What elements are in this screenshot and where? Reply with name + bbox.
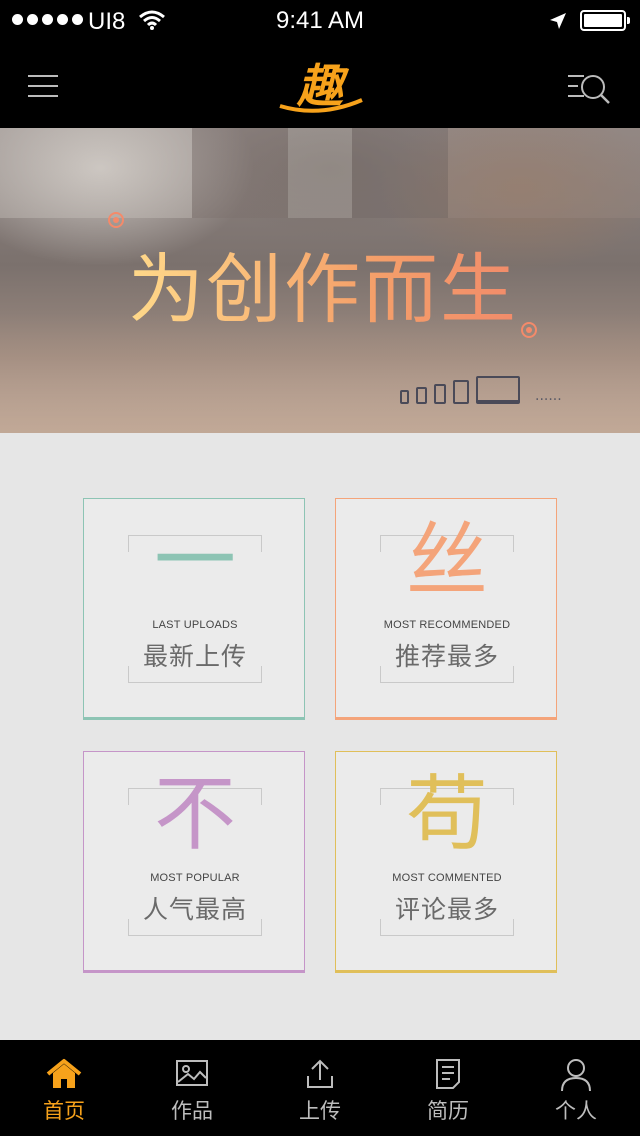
battery-icon bbox=[580, 10, 630, 31]
category-chinese-label: 推荐最多 bbox=[394, 642, 499, 671]
category-chinese-label: 评论最多 bbox=[394, 895, 499, 924]
tab-label: 个人 bbox=[555, 1099, 597, 1123]
list-search-button[interactable] bbox=[566, 72, 612, 104]
category-tile-most-popular[interactable]: 不 MOST POPULAR 人气最高 bbox=[83, 751, 305, 973]
tab-upload[interactable]: 上传 bbox=[256, 1040, 384, 1136]
tab-profile[interactable]: 个人 bbox=[512, 1040, 640, 1136]
tab-label: 上传 bbox=[299, 1099, 341, 1123]
tab-label: 首页 bbox=[43, 1099, 85, 1123]
app-logo: 趣 bbox=[279, 59, 363, 113]
status-time: 9:41 AM bbox=[275, 7, 365, 34]
category-english-label: MOST POPULAR bbox=[150, 872, 240, 884]
location-arrow-icon bbox=[550, 13, 566, 29]
category-glyph: 苟 bbox=[405, 767, 488, 862]
category-glyph: 丝 bbox=[405, 514, 488, 609]
category-tile-most-commented[interactable]: 苟 MOST COMMENTED 评论最多 bbox=[335, 751, 557, 973]
tab-resume[interactable]: 简历 bbox=[384, 1040, 512, 1136]
decorative-dot bbox=[108, 212, 124, 228]
hero-banner[interactable]: 为创作而生 ...... bbox=[0, 128, 640, 433]
tab-label: 简历 bbox=[427, 1099, 469, 1123]
tab-home[interactable]: 首页 bbox=[0, 1040, 128, 1136]
upload-icon bbox=[307, 1059, 333, 1088]
category-english-label: LAST UPLOADS bbox=[152, 619, 238, 631]
hamburger-menu-button[interactable] bbox=[28, 73, 60, 99]
banner-slogan: 为创作而生 bbox=[128, 228, 528, 338]
status-bar: UI8 9:41 AM bbox=[0, 0, 640, 40]
category-chinese-label: 人气最高 bbox=[142, 895, 247, 924]
document-icon bbox=[436, 1059, 460, 1089]
devices-illustration: ...... bbox=[400, 376, 562, 404]
category-glyph: 一 bbox=[153, 514, 236, 609]
category-glyph: 不 bbox=[153, 767, 236, 862]
tab-works[interactable]: 作品 bbox=[128, 1040, 256, 1136]
tab-label: 作品 bbox=[171, 1099, 213, 1123]
tab-bar: 首页 作品 上传 简历 个人 bbox=[0, 1040, 640, 1136]
category-tile-most-recommended[interactable]: 丝 MOST RECOMMENDED 推荐最多 bbox=[335, 498, 557, 720]
category-tile-last-uploads[interactable]: 一 LAST UPLOADS 最新上传 bbox=[83, 498, 305, 720]
category-english-label: MOST COMMENTED bbox=[392, 872, 502, 884]
image-icon bbox=[176, 1060, 208, 1086]
category-english-label: MOST RECOMMENDED bbox=[383, 619, 511, 631]
user-icon bbox=[561, 1059, 591, 1092]
navigation-bar: 趣 bbox=[0, 40, 640, 128]
category-chinese-label: 最新上传 bbox=[142, 642, 247, 671]
home-icon bbox=[46, 1059, 82, 1088]
